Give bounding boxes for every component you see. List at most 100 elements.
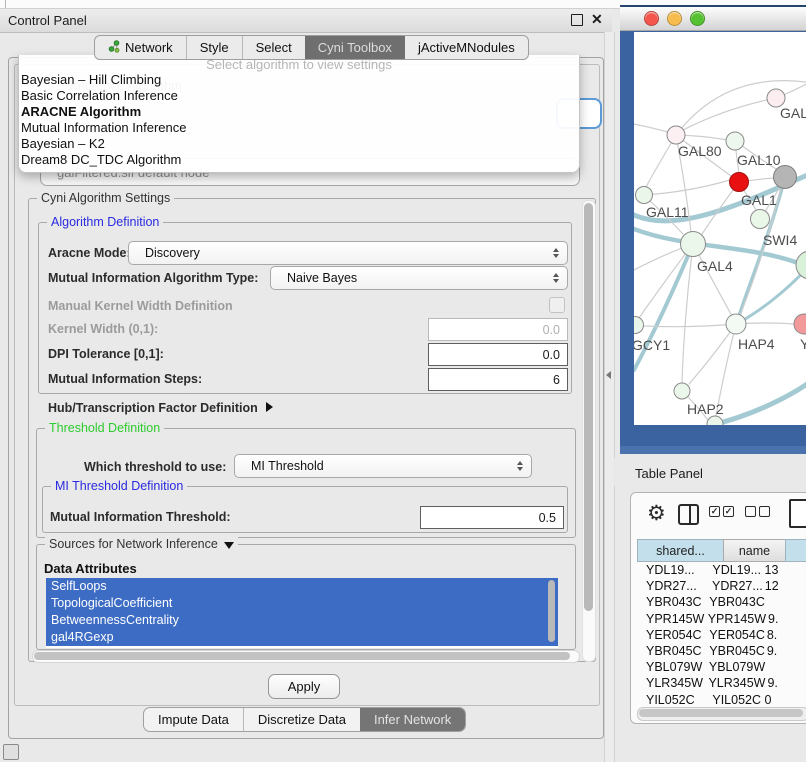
table-row[interactable]: YDL19...YDL19...13 (637, 562, 806, 578)
network-node-gal80[interactable] (667, 126, 685, 144)
table-row[interactable]: YLR345WYLR345W9. (637, 675, 806, 691)
network-node[interactable] (774, 166, 797, 189)
network-node[interactable] (707, 416, 723, 425)
table-cell: YIL052C (710, 693, 762, 705)
column-header-a[interactable]: A (785, 539, 806, 562)
network-edge[interactable] (644, 180, 730, 195)
attribute-item-betweennesscentrality[interactable]: BetweennessCentrality (46, 612, 558, 629)
tab-select[interactable]: Select (242, 36, 305, 59)
apply-button[interactable]: Apply (268, 674, 340, 699)
attribute-item-selfloops[interactable]: SelfLoops (46, 578, 558, 595)
table-cell: YER054C (707, 628, 765, 642)
network-node[interactable] (796, 251, 806, 279)
table-row[interactable]: YBR043CYBR043C (637, 594, 806, 610)
hub-section-toggle[interactable]: Hub/Transcription Factor Definition (48, 401, 273, 415)
window-zoom-button[interactable] (690, 11, 705, 26)
algorithm-option-aracne-algorithm[interactable]: ARACNE Algorithm (19, 104, 579, 120)
table-row[interactable]: YIL052CYIL052C0 (637, 692, 806, 706)
network-node-gal1[interactable] (730, 173, 749, 192)
table-cell: 8. (765, 628, 806, 642)
aracne-mode-combo[interactable]: Discovery (128, 241, 568, 265)
column-header-shared[interactable]: shared... (637, 539, 723, 562)
stepper-icon (553, 248, 559, 258)
manual-kernel-checkbox[interactable] (549, 297, 565, 313)
table-horizontal-scrollbar-thumb[interactable] (639, 709, 803, 717)
bottom-tab-discretize-data[interactable]: Discretize Data (243, 708, 360, 731)
list-scrollbar[interactable] (548, 580, 555, 642)
network-canvas[interactable]: GAL7GAL80GAL10GAL1GAL11SWI4GAL4GCY1HAP4Y… (634, 32, 806, 425)
table-row[interactable]: YER054CYER054C8. (637, 627, 806, 643)
table-cell: YER054C (637, 628, 707, 642)
algorithm-option-bayesian-hill-climbing[interactable]: Bayesian – Hill Climbing (19, 72, 579, 88)
gear-icon[interactable]: ⚙ (647, 501, 666, 526)
tab-network[interactable]: Network (95, 36, 186, 59)
table-cell: YPR145W (706, 612, 766, 626)
table-cell: 9. (765, 676, 806, 690)
dpi-tolerance-field[interactable]: 0.0 (428, 343, 568, 366)
table-row[interactable]: YBR045CYBR045C9. (637, 643, 806, 659)
network-edge[interactable] (683, 98, 776, 130)
network-node-hap4[interactable] (726, 314, 746, 334)
network-edge[interactable] (712, 382, 806, 425)
network-edge[interactable] (634, 248, 682, 270)
algorithm-option-dream8-dc-tdc-algorithm[interactable]: Dream8 DC_TDC Algorithm (19, 152, 579, 168)
float-panel-icon[interactable] (571, 14, 583, 26)
window-minimize-button[interactable] (667, 11, 682, 26)
algorithm-option-bayesian-k2[interactable]: Bayesian – K2 (19, 136, 579, 152)
attribute-item-gal4rgexp[interactable]: gal4RGexp (46, 629, 558, 646)
mi-steps-field[interactable]: 6 (428, 368, 568, 391)
algorithm-option-mutual-information-inference[interactable]: Mutual Information Inference (19, 120, 579, 136)
deselect-all-icon[interactable] (745, 506, 756, 517)
aracne-mode-value: Discovery (145, 246, 200, 260)
window-close-button[interactable] (644, 11, 659, 26)
document-icon[interactable] (789, 499, 806, 528)
tab-style[interactable]: Style (186, 36, 242, 59)
tab-label: Style (200, 40, 229, 55)
dock-panel-button[interactable] (3, 744, 19, 760)
mi-algorithm-type-combo[interactable]: Naive Bayes (270, 266, 568, 290)
split-pane-collapse-icon[interactable] (606, 371, 611, 379)
stepper-icon (553, 273, 559, 283)
table-cell: YBR045C (707, 644, 765, 658)
algorithm-definition-title: Algorithm Definition (47, 215, 163, 229)
table-row[interactable]: YDR27...YDR27...12 (637, 578, 806, 594)
bottom-tab-infer-network[interactable]: Infer Network (360, 708, 465, 731)
settings-vertical-scrollbar-thumb[interactable] (584, 203, 593, 611)
deselect-all-icon-2[interactable] (759, 506, 770, 517)
tab-cyni-toolbox[interactable]: Cyni Toolbox (305, 36, 405, 59)
mi-threshold-label: Mutual Information Threshold: (50, 510, 231, 524)
network-node-gal11[interactable] (636, 187, 653, 204)
network-edge[interactable] (740, 265, 806, 322)
algorithm-option-basic-correlation-inference[interactable]: Basic Correlation Inference (19, 88, 579, 104)
table-row[interactable]: YBL079WYBL079W (637, 659, 806, 675)
node-label: GAL80 (678, 143, 722, 159)
settings-horizontal-scrollbar-thumb[interactable] (34, 652, 570, 660)
data-attributes-list[interactable]: SelfLoopsTopologicalCoefficientBetweenne… (46, 578, 558, 648)
hub-section-label: Hub/Transcription Factor Definition (48, 401, 258, 415)
sources-toggle[interactable]: Sources for Network Inference (45, 537, 238, 551)
column-header-name[interactable]: name (723, 539, 785, 562)
network-node-gcy1[interactable] (634, 317, 644, 334)
top-divider-tick (5, 0, 6, 8)
mi-threshold-field[interactable]: 0.5 (420, 506, 564, 529)
network-node-y[interactable] (794, 314, 806, 334)
which-threshold-combo[interactable]: MI Threshold (234, 454, 532, 478)
network-node-swi4[interactable] (751, 210, 770, 229)
table-cell: YBL079W (707, 660, 765, 674)
kernel-width-field[interactable]: 0.0 (428, 318, 568, 341)
table-row[interactable]: YPR145WYPR145W9. (637, 611, 806, 627)
network-node-hap2[interactable] (674, 383, 690, 399)
tab-jactivemnodules[interactable]: jActiveMNodules (405, 36, 528, 59)
bottom-tab-impute-data[interactable]: Impute Data (144, 708, 243, 731)
select-all-check-icon[interactable]: ✓ (709, 506, 720, 517)
network-view-window: GAL7GAL80GAL10GAL1GAL11SWI4GAL4GCY1HAP4Y… (620, 5, 806, 454)
select-all-check-icon-2[interactable]: ✓ (723, 506, 734, 517)
network-icon (108, 40, 120, 56)
network-node-gal4[interactable] (681, 232, 706, 257)
split-pane-divider[interactable] (604, 32, 615, 762)
close-icon[interactable]: ✕ (591, 11, 603, 28)
column-layout-icon[interactable] (678, 504, 699, 525)
network-node-gal10[interactable] (726, 132, 744, 150)
dropdown-items: Bayesian – Hill ClimbingBasic Correlatio… (19, 72, 579, 168)
attribute-item-topologicalcoefficient[interactable]: TopologicalCoefficient (46, 595, 558, 612)
